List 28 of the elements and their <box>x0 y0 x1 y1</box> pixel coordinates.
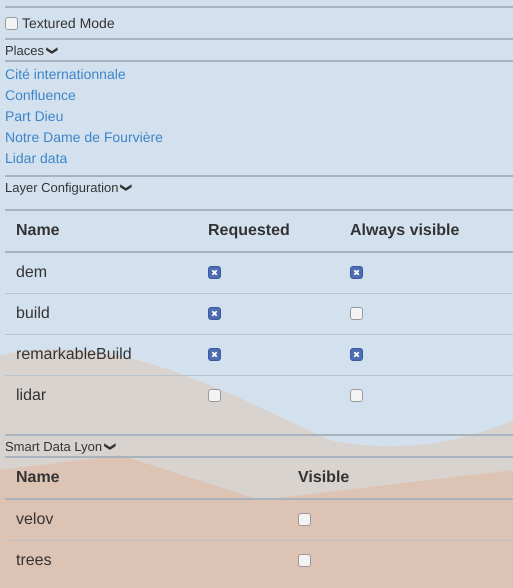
always-visible-checkbox[interactable] <box>350 307 363 320</box>
column-header: Name <box>5 210 197 252</box>
layer-name: build <box>5 294 197 334</box>
requested-checkbox[interactable] <box>208 348 221 362</box>
always-visible-checkbox[interactable] <box>350 348 363 362</box>
smart-data-lyon-heading[interactable]: Smart Data Lyon <box>5 438 102 454</box>
layer-name: dem <box>5 252 197 294</box>
textured-mode-checkbox[interactable]: Textured Mode <box>5 8 115 38</box>
column-header: Requested <box>197 210 339 252</box>
chevron-icon[interactable]: ❯ <box>104 442 118 450</box>
chevron-icon[interactable]: ❯ <box>120 182 134 192</box>
layer-name: remarkableBuild <box>5 334 197 376</box>
requested-checkbox[interactable] <box>208 266 221 280</box>
places-heading[interactable]: Places <box>5 42 44 58</box>
layer-name: lidar <box>5 376 197 416</box>
always-visible-checkbox[interactable] <box>350 389 363 402</box>
column-header: Visible <box>287 457 513 499</box>
column-header: Always visible <box>339 210 513 252</box>
visible-checkbox[interactable] <box>298 554 311 568</box>
layer-configuration-heading[interactable]: Layer Configuration <box>5 180 118 194</box>
chevron-icon[interactable]: ❯ <box>46 46 60 54</box>
requested-checkbox[interactable] <box>208 389 221 402</box>
column-header: Name <box>5 457 287 499</box>
always-visible-checkbox[interactable] <box>350 266 363 280</box>
requested-checkbox[interactable] <box>208 307 221 320</box>
layer-name: velov <box>5 499 287 540</box>
visible-checkbox[interactable] <box>298 513 311 526</box>
layer-name: trees <box>5 540 287 581</box>
